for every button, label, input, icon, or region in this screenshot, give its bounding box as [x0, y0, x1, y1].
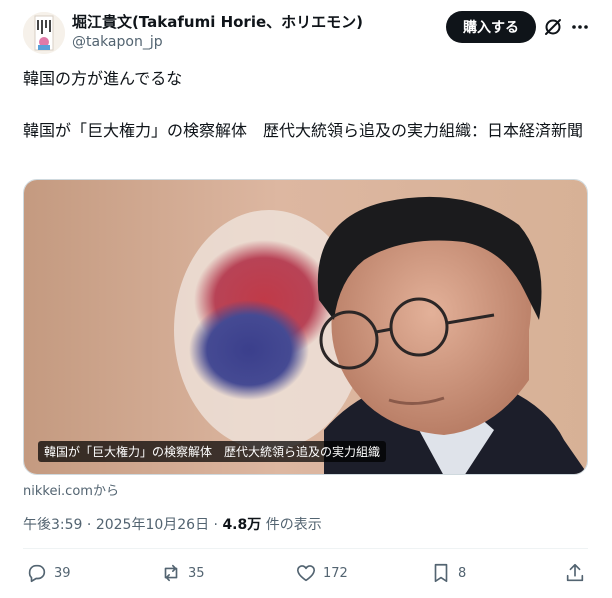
card-headline: 韓国が「巨大権力」の検察解体 歴代大統領ら追及の実力組織 [38, 441, 387, 462]
reply-button[interactable]: 39 [26, 562, 71, 584]
share-icon [566, 563, 584, 582]
divider [23, 548, 588, 549]
tweet-time[interactable]: 午後3:59 [23, 517, 82, 533]
repost-count: 35 [188, 565, 205, 581]
view-count: 4.8万 [222, 517, 262, 533]
grok-icon[interactable] [543, 17, 563, 37]
share-button[interactable] [564, 562, 586, 584]
meta-separator-2: · [209, 517, 223, 533]
user-handle[interactable]: @takapon_jp [72, 34, 163, 50]
card-source[interactable]: nikkei.comから [23, 480, 119, 499]
reply-icon [28, 564, 46, 583]
card-photo [24, 180, 587, 474]
repost-icon [164, 564, 178, 582]
repost-button[interactable]: 35 [160, 562, 205, 584]
reply-count: 39 [54, 565, 71, 581]
view-count-suffix: 件の表示 [261, 517, 322, 533]
like-icon [296, 565, 316, 582]
like-count: 172 [323, 565, 348, 581]
more-icon[interactable] [571, 16, 589, 38]
avatar[interactable] [23, 12, 65, 54]
bookmark-button[interactable]: 8 [430, 562, 466, 584]
buy-button[interactable]: 購入する [446, 11, 536, 43]
display-name[interactable]: 堀江貴文(Takafumi Horie、ホリエモン) [72, 11, 363, 32]
tweet-line-1: 韓国の方が進んでるな [23, 69, 183, 88]
tweet-date[interactable]: 2025年10月26日 [96, 517, 209, 533]
tweet-text: 韓国の方が進んでるな 韓国が「巨大権力」の検察解体 歴代大統領ら追及の実力組織：… [23, 66, 593, 144]
meta-separator: · [82, 517, 96, 533]
tweet-meta: 午後3:59 · 2025年10月26日 · 4.8万 件の表示 [23, 514, 322, 534]
link-card[interactable]: 韓国が「巨大権力」の検察解体 歴代大統領ら追及の実力組織 [23, 179, 588, 475]
bookmark-count: 8 [458, 565, 467, 581]
like-button[interactable]: 172 [295, 562, 348, 584]
tweet-line-2[interactable]: 韓国が「巨大権力」の検察解体 歴代大統領ら追及の実力組織：日本経済新聞 [23, 118, 593, 144]
tweet-blank-line [23, 92, 593, 118]
bookmark-icon [434, 563, 448, 583]
